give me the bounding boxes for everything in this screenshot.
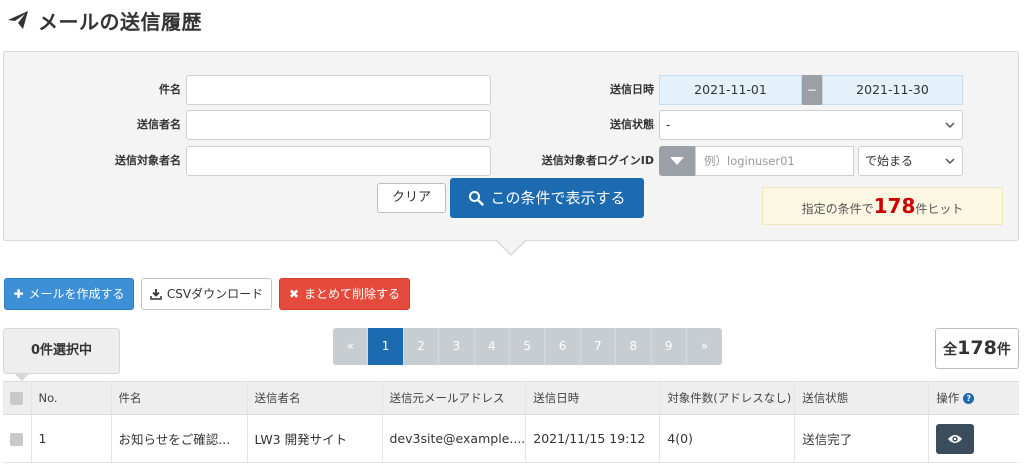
match-select-value: で始まる <box>865 154 914 168</box>
header-actions: 操作? <box>928 381 1019 415</box>
cell-target-count: 4(0) <box>659 414 796 463</box>
subject-label: 件名 <box>159 83 181 96</box>
total-suffix: 件 <box>996 342 1011 358</box>
status-select-value: - <box>666 118 671 132</box>
date-label: 送信日時 <box>610 83 654 96</box>
total-prefix: 全 <box>943 342 958 358</box>
caret-down-icon <box>670 157 684 165</box>
search-button[interactable]: この条件で表示する <box>450 178 644 218</box>
paper-plane-icon <box>8 11 28 29</box>
download-icon <box>150 289 162 300</box>
login-label: 送信対象者ログインID <box>541 154 654 167</box>
pagination-page[interactable]: 4 <box>474 328 510 365</box>
pagination-next[interactable]: » <box>686 328 723 365</box>
cell-no: 1 <box>31 414 112 463</box>
subject-input[interactable] <box>186 75 491 105</box>
chevron-down-icon <box>945 158 955 165</box>
header-target-count: 対象件数(アドレスなし) <box>659 381 796 415</box>
header-sent-at: 送信日時 <box>525 381 661 415</box>
cell-from-address: dev3site@example.... <box>382 414 527 463</box>
pagination-page[interactable]: 9 <box>651 328 687 365</box>
header-select-all[interactable] <box>3 381 32 415</box>
selection-arrow <box>14 373 30 381</box>
clear-button[interactable]: クリア <box>377 183 446 213</box>
mail-history-table: No. 件名 送信者名 送信元メールアドレス 送信日時 対象件数(アドレスなし)… <box>3 381 1019 463</box>
view-button[interactable] <box>936 423 975 454</box>
status-select[interactable]: - <box>659 110 963 140</box>
date-to-input[interactable]: 2021-11-30 <box>822 75 963 105</box>
header-from-address: 送信元メールアドレス <box>382 381 527 415</box>
header-subject: 件名 <box>111 381 248 415</box>
pagination-page[interactable]: 1 <box>368 328 404 365</box>
csv-download-button[interactable]: CSVダウンロード <box>141 278 272 310</box>
pagination-page[interactable]: 8 <box>616 328 652 365</box>
close-icon: ✖ <box>288 287 300 301</box>
pagination-page[interactable]: 5 <box>509 328 546 365</box>
target-label: 送信対象者名 <box>115 154 181 167</box>
chevron-down-icon <box>945 122 955 129</box>
pagination-page[interactable]: 7 <box>580 328 617 365</box>
login-dropdown-button[interactable] <box>659 146 695 176</box>
bulk-delete-button[interactable]: ✖ まとめて削除する <box>279 278 410 310</box>
cell-actions <box>928 414 1019 463</box>
search-icon <box>469 191 485 206</box>
table-header-row: No. 件名 送信者名 送信元メールアドレス 送信日時 対象件数(アドレスなし)… <box>3 381 1019 415</box>
sender-label: 送信者名 <box>137 118 181 131</box>
table-row: 1 お知らせをご確認... LW3 開発サイト dev3site@example… <box>3 414 1019 463</box>
header-no: No. <box>31 381 112 415</box>
hit-count: 178 <box>873 194 916 218</box>
target-input[interactable] <box>186 146 491 176</box>
pagination-page[interactable]: 2 <box>403 328 440 365</box>
date-from-input[interactable]: 2021-11-01 <box>659 75 802 105</box>
date-separator: − <box>802 75 822 105</box>
sender-input[interactable] <box>186 110 491 140</box>
compose-button-label: メールを作成する <box>28 287 125 301</box>
hit-count-box: 指定の条件で178件ヒット <box>762 187 1003 225</box>
selection-count: 0件選択中 <box>3 328 120 374</box>
login-input[interactable]: 例）loginuser01 <box>695 146 854 176</box>
hit-suffix: 件ヒット <box>915 202 964 216</box>
plus-icon: ✚ <box>13 287 24 301</box>
cell-subject[interactable]: お知らせをご確認... <box>111 414 248 463</box>
row-checkbox[interactable] <box>10 433 23 446</box>
header-actions-label: 操作 <box>936 391 960 405</box>
cell-status: 送信完了 <box>794 414 930 463</box>
page-title-text: メールの送信履歴 <box>38 9 202 34</box>
search-button-label: この条件で表示する <box>490 189 626 207</box>
select-all-checkbox[interactable] <box>10 392 23 405</box>
pagination: « 1 2 3 4 5 6 7 8 9 » <box>333 328 723 365</box>
pagination-prev[interactable]: « <box>333 328 369 365</box>
row-select[interactable] <box>3 414 32 463</box>
total-count-box: 全178件 <box>935 328 1019 369</box>
delete-button-label: まとめて削除する <box>304 287 401 301</box>
csv-button-label: CSVダウンロード <box>166 287 264 301</box>
header-status: 送信状態 <box>794 381 930 415</box>
pagination-page[interactable]: 3 <box>439 328 475 365</box>
help-icon[interactable]: ? <box>963 393 975 404</box>
panel-arrow-inner <box>496 239 526 254</box>
match-select[interactable]: で始まる <box>858 146 963 176</box>
total-count: 178 <box>957 337 997 359</box>
compose-button[interactable]: ✚ メールを作成する <box>4 278 134 310</box>
eye-icon <box>948 434 963 443</box>
cell-sender: LW3 開発サイト <box>247 414 383 463</box>
header-sender: 送信者名 <box>247 381 383 415</box>
hit-prefix: 指定の条件で <box>801 202 874 216</box>
pagination-page[interactable]: 6 <box>545 328 581 365</box>
page-title: メールの送信履歴 <box>6 6 202 34</box>
cell-sent-at: 2021/11/15 19:12 <box>525 414 661 463</box>
status-label: 送信状態 <box>610 118 654 131</box>
